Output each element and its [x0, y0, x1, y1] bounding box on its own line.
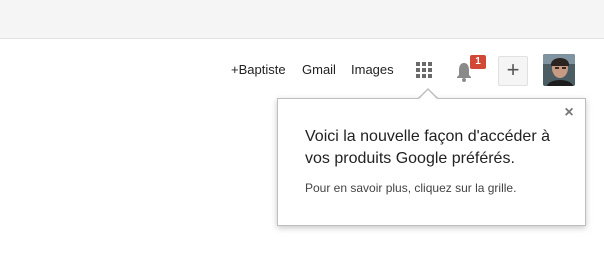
popup-arrow-fill — [419, 90, 437, 99]
top-band — [0, 0, 604, 39]
apps-grid-dot — [422, 74, 426, 78]
popup-subtitle: Pour en savoir plus, cliquez sur la gril… — [305, 181, 517, 195]
close-icon[interactable]: × — [561, 105, 577, 121]
apps-grid-icon[interactable] — [416, 62, 432, 78]
apps-grid-dot — [416, 62, 420, 66]
apps-grid-dot — [428, 74, 432, 78]
images-link[interactable]: Images — [351, 62, 394, 77]
apps-grid-dot — [422, 68, 426, 72]
apps-promo-popup: × Voici la nouvelle façon d'accéder à vo… — [277, 98, 586, 226]
gmail-link[interactable]: Gmail — [302, 62, 336, 77]
google-bar: +Baptiste Gmail Images 1 + — [0, 54, 604, 86]
popup-title: Voici la nouvelle façon d'accéder à vos … — [305, 128, 550, 167]
share-plus-button[interactable]: + — [498, 56, 528, 86]
apps-grid-dot — [416, 68, 420, 72]
avatar[interactable] — [543, 54, 575, 86]
notification-count-badge[interactable]: 1 — [470, 55, 486, 69]
plus-baptiste-link[interactable]: +Baptiste — [231, 62, 286, 77]
apps-grid-dot — [428, 62, 432, 66]
apps-grid-dot — [428, 68, 432, 72]
apps-grid-dot — [416, 74, 420, 78]
apps-grid-dot — [422, 62, 426, 66]
